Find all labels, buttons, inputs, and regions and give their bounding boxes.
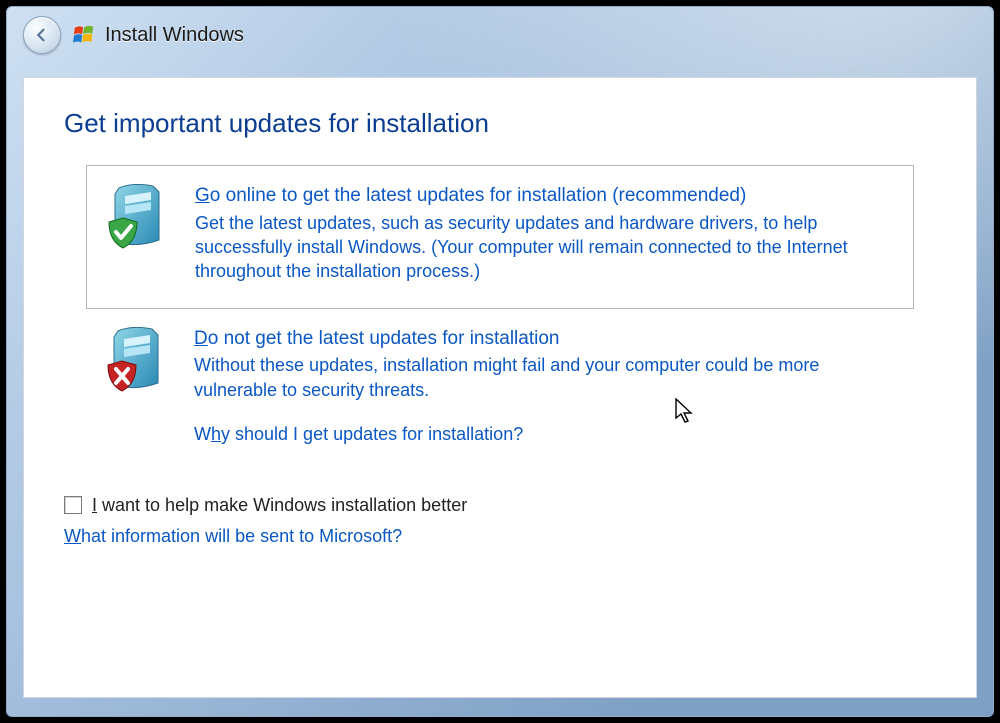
help-improve-label: I want to help make Windows installation… [92, 495, 467, 516]
update-shield-fail-icon [106, 327, 168, 402]
info-sent-link[interactable]: What information will be sent to Microso… [64, 526, 402, 547]
option-skip-updates-desc: Without these updates, installation migh… [194, 353, 890, 402]
page-heading: Get important updates for installation [64, 108, 936, 139]
option-go-online-desc: Get the latest updates, such as security… [195, 211, 889, 284]
title-bar: Install Windows [7, 7, 993, 63]
window-title: Install Windows [73, 24, 244, 47]
option-skip-updates[interactable]: Do not get the latest updates for instal… [86, 309, 914, 469]
window-title-text: Install Windows [105, 24, 244, 47]
help-improve-checkbox[interactable] [64, 496, 82, 514]
option-go-online-title: Go online to get the latest updates for … [195, 184, 889, 209]
content-panel: Get important updates for installation [23, 77, 977, 698]
back-arrow-icon [33, 26, 51, 44]
windows-logo-icon [73, 24, 95, 46]
option-skip-updates-title: Do not get the latest updates for instal… [194, 327, 890, 352]
why-updates-link[interactable]: Why should I get updates for installatio… [194, 424, 523, 445]
option-go-online[interactable]: Go online to get the latest updates for … [86, 165, 914, 309]
back-button[interactable] [23, 16, 61, 54]
wizard-window: Install Windows Get important updates fo… [6, 6, 994, 717]
update-shield-ok-icon [107, 184, 169, 259]
help-improve-checkbox-row[interactable]: I want to help make Windows installation… [64, 495, 936, 516]
